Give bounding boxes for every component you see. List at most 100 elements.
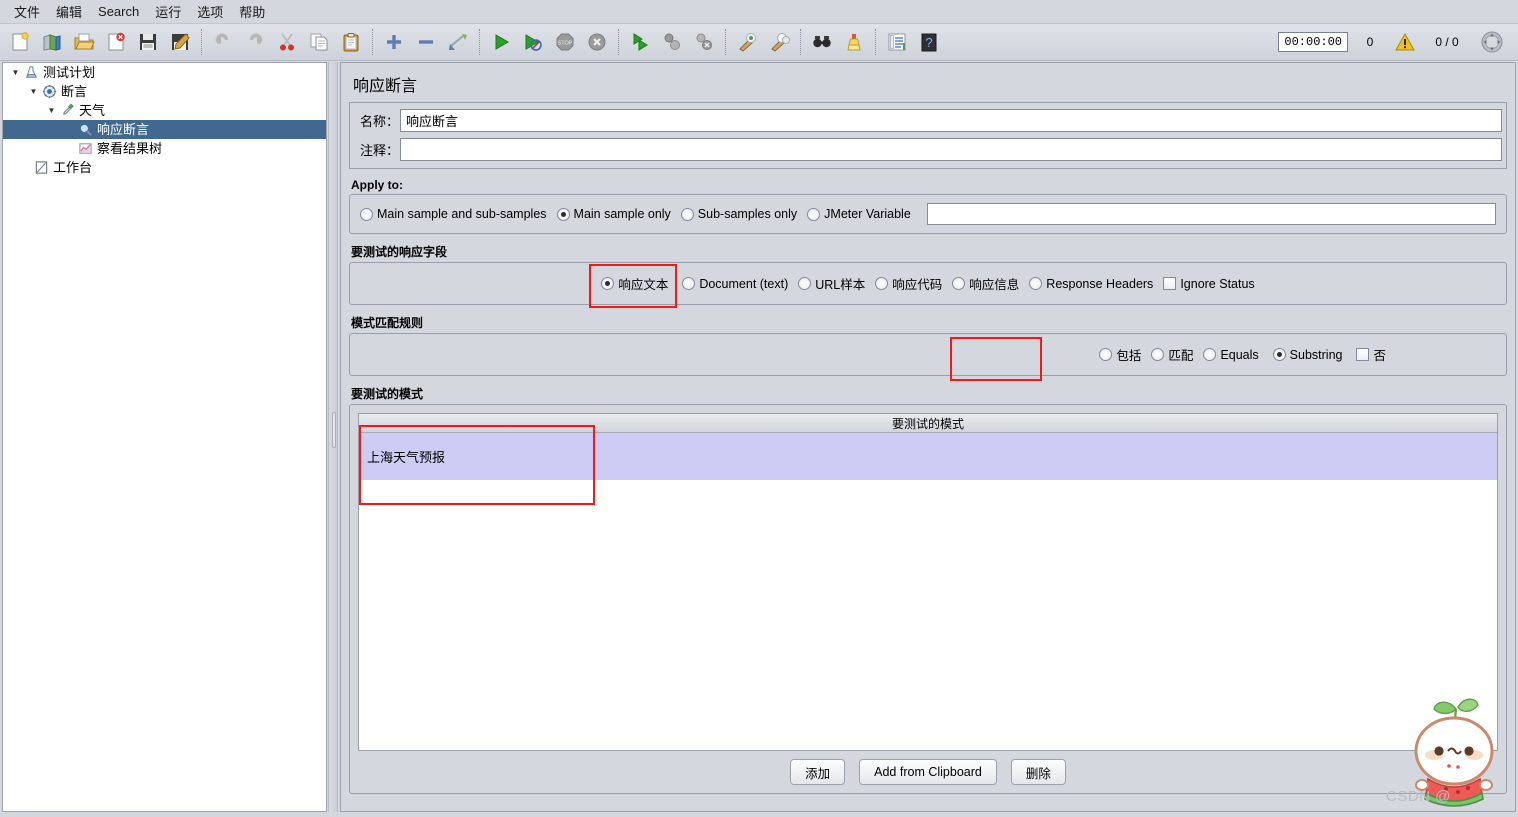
option-label: Substring	[1289, 347, 1343, 362]
collapse-icon[interactable]	[411, 27, 441, 57]
apply-to-jmeter-variable[interactable]: JMeter Variable	[807, 207, 911, 221]
menu-run[interactable]: 运行	[147, 0, 189, 23]
apply-to-group: Apply to: Main sample and sub-samples Ma…	[349, 178, 1507, 234]
shutdown-remote-icon[interactable]	[689, 27, 719, 57]
name-input[interactable]	[400, 109, 1502, 132]
start-remote-icon[interactable]	[625, 27, 655, 57]
chevron-down-icon[interactable]: ▼	[27, 82, 40, 101]
rule-contains[interactable]: 包括	[1099, 345, 1141, 364]
radio-icon[interactable]	[1151, 348, 1165, 361]
field-response-text[interactable]: 响应文本	[601, 274, 668, 293]
copy-icon[interactable]	[304, 27, 334, 57]
tree-node-response-assertion[interactable]: 响应断言	[3, 120, 326, 139]
reset-search-icon[interactable]	[839, 27, 869, 57]
apply-to-main-and-sub[interactable]: Main sample and sub-samples	[360, 207, 547, 221]
chevron-down-icon[interactable]: ▼	[45, 101, 58, 120]
patterns-table[interactable]: 要测试的模式 上海天气预报	[358, 413, 1498, 751]
field-response-headers[interactable]: Response Headers	[1029, 277, 1153, 291]
clear-icon[interactable]	[732, 27, 762, 57]
delete-pattern-button[interactable]: 删除	[1010, 759, 1066, 785]
close-file-icon[interactable]	[101, 27, 131, 57]
radio-icon[interactable]	[1029, 277, 1043, 290]
radio-icon[interactable]	[680, 207, 694, 221]
tree-node-test-plan[interactable]: ▼ 测试计划	[3, 63, 326, 82]
radio-icon-selected[interactable]	[1272, 348, 1286, 361]
split-pane-divider[interactable]	[328, 62, 338, 812]
tree-node-view-results-tree[interactable]: 察看结果树	[3, 139, 326, 158]
open-file-icon[interactable]	[69, 27, 99, 57]
radio-icon-selected[interactable]	[556, 207, 570, 221]
rule-matches[interactable]: 匹配	[1151, 345, 1193, 364]
stop-icon[interactable]: STOP	[550, 27, 580, 57]
new-test-plan-icon[interactable]	[5, 27, 35, 57]
tree-node-assertion-group[interactable]: ▼ 断言	[3, 82, 326, 101]
paste-icon[interactable]	[336, 27, 366, 57]
field-response-message[interactable]: 响应信息	[952, 274, 1019, 293]
radio-icon[interactable]	[360, 207, 373, 221]
menu-file[interactable]: 文件	[6, 0, 48, 23]
radio-icon[interactable]	[952, 277, 966, 290]
patterns-body: 要测试的模式 上海天气预报 添加 Add from Clipboard 删除	[349, 404, 1507, 794]
help-icon[interactable]: ?	[914, 27, 944, 57]
shutdown-icon[interactable]	[582, 27, 612, 57]
test-plan-tree[interactable]: ▼ 测试计划 ▼ 断言 ▼ 天气 响应断言 察看结果树 工作台	[2, 62, 327, 812]
open-templates-icon[interactable]	[37, 27, 67, 57]
radio-icon[interactable]	[1203, 348, 1217, 361]
test-plan-icon	[22, 64, 40, 81]
rule-equals[interactable]: Equals	[1203, 348, 1259, 362]
option-label: URL样本	[815, 278, 866, 292]
add-from-clipboard-button[interactable]: Add from Clipboard	[859, 759, 997, 785]
radio-icon-selected[interactable]	[601, 277, 615, 290]
undo-icon[interactable]	[208, 27, 238, 57]
menu-edit[interactable]: 编辑	[48, 0, 90, 23]
toolbar-separator	[479, 29, 480, 55]
menu-search[interactable]: Search	[90, 2, 147, 21]
split-pane-grip[interactable]	[332, 412, 336, 448]
jmeter-variable-input[interactable]	[926, 203, 1496, 225]
menu-help[interactable]: 帮助	[231, 0, 273, 23]
table-row[interactable]: 上海天气预报	[359, 433, 1497, 481]
redo-icon[interactable]	[240, 27, 270, 57]
start-icon[interactable]	[486, 27, 516, 57]
radio-icon[interactable]	[807, 207, 821, 221]
response-field-title: 要测试的响应字段	[351, 245, 448, 259]
svg-text:STOP: STOP	[558, 41, 573, 47]
expand-icon[interactable]	[379, 27, 409, 57]
search-icon[interactable]	[807, 27, 837, 57]
field-ignore-status[interactable]: Ignore Status	[1163, 277, 1255, 291]
toggle-icon[interactable]	[443, 27, 473, 57]
save-icon[interactable]	[133, 27, 163, 57]
field-url-sample[interactable]: URL样本	[798, 274, 865, 293]
tree-node-weather-request[interactable]: ▼ 天气	[3, 101, 326, 120]
function-helper-icon[interactable]	[882, 27, 912, 57]
menu-options[interactable]: 选项	[189, 0, 231, 23]
radio-icon[interactable]	[1099, 348, 1113, 361]
chevron-down-icon[interactable]: ▼	[9, 63, 22, 82]
option-label: Main sample only	[573, 207, 671, 221]
radio-icon[interactable]	[798, 277, 812, 290]
start-no-pauses-icon[interactable]	[518, 27, 548, 57]
warning-triangle-icon[interactable]	[1392, 31, 1418, 53]
cut-icon[interactable]	[272, 27, 302, 57]
apply-to-sub-only[interactable]: Sub-samples only	[680, 207, 797, 221]
stop-remote-icon[interactable]	[657, 27, 687, 57]
rule-substring[interactable]: Substring	[1272, 347, 1343, 362]
checkbox-icon[interactable]	[1163, 277, 1177, 290]
radio-icon[interactable]	[682, 277, 696, 290]
rule-not[interactable]: 否	[1356, 345, 1386, 364]
field-response-code[interactable]: 响应代码	[875, 274, 942, 293]
add-pattern-button[interactable]: 添加	[790, 759, 846, 785]
pattern-cell-value[interactable]: 上海天气预报	[367, 447, 445, 466]
checkbox-icon[interactable]	[1356, 348, 1370, 361]
tree-node-workbench[interactable]: 工作台	[3, 158, 326, 177]
apply-to-main-only[interactable]: Main sample only	[556, 207, 671, 221]
toolbar-separator	[800, 29, 801, 55]
remote-status-icon[interactable]	[1477, 27, 1507, 57]
clear-all-icon[interactable]	[764, 27, 794, 57]
save-as-icon[interactable]	[165, 27, 195, 57]
comment-input[interactable]	[400, 138, 1502, 161]
radio-icon[interactable]	[875, 277, 889, 290]
elapsed-timer: 00:00:00	[1278, 32, 1348, 52]
field-document-text[interactable]: Document (text)	[682, 277, 788, 291]
patterns-table-header[interactable]: 要测试的模式	[359, 414, 1497, 433]
